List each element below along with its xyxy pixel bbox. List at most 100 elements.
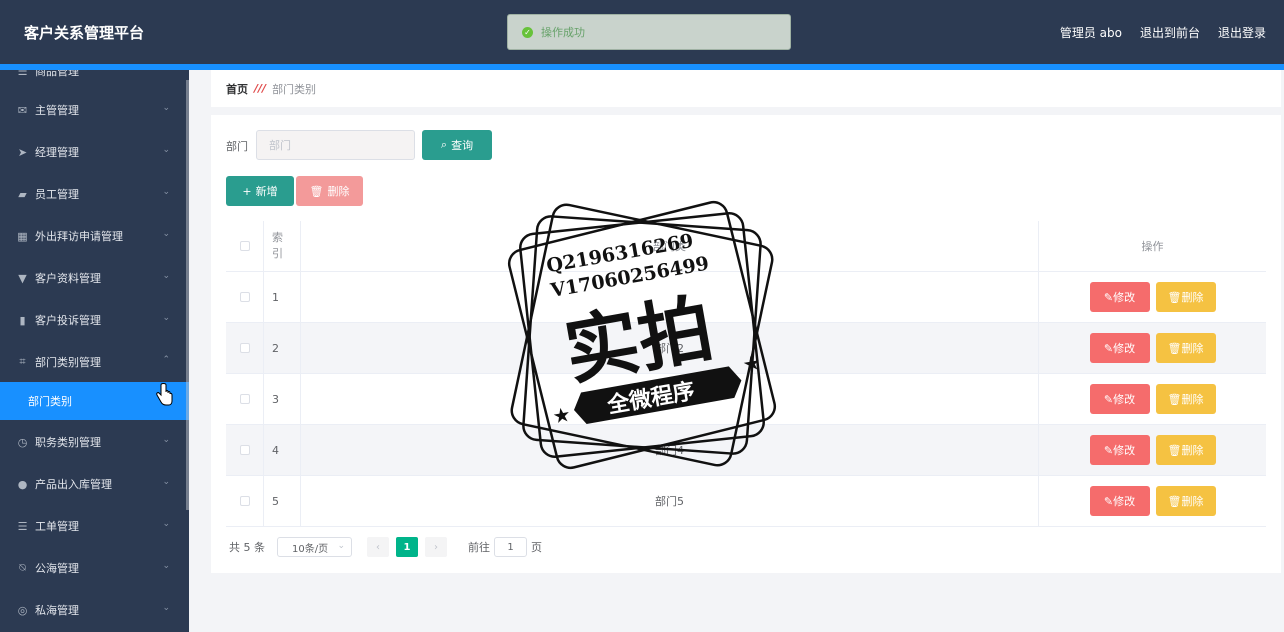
chevron-down-icon: ⌄ [162, 187, 170, 197]
compass-icon: ◎ [17, 603, 28, 617]
toast-text: 操作成功 [541, 26, 585, 39]
chevron-down-icon: ⌄ [162, 519, 170, 529]
edit-icon: ✎ [1103, 494, 1114, 508]
breadcrumb: 首页 /// 部门类别 [211, 70, 1281, 107]
trash-icon: 🗑 [1167, 290, 1182, 304]
edit-label: 修改 [1113, 495, 1136, 508]
pin-icon: ▼ [18, 271, 27, 285]
trash-icon: 🗑 [1167, 443, 1182, 457]
app-title: 客户关系管理平台 [24, 24, 145, 42]
sidebar-item-position-category[interactable]: ◷ 职务类别管理 ⌄ [0, 421, 186, 463]
chevron-right-icon: › [434, 541, 438, 553]
sidebar-item-label: 外出拜访申请管理 [35, 230, 123, 243]
next-page-button[interactable]: › [425, 537, 447, 557]
header-name[interactable]: 部门类 [301, 221, 1039, 271]
delete-label: 删除 [1181, 444, 1204, 457]
edit-button[interactable]: ✎ 修改 [1089, 384, 1150, 414]
table-row: 4 部门4 ✎ 修改 🗑 删除 [226, 425, 1266, 476]
delete-button[interactable]: 🗑 删除 [1155, 435, 1216, 465]
page-size-value: 10条/页 [292, 543, 329, 555]
edit-icon: ✎ [1103, 392, 1114, 406]
sidebar-item-complaint[interactable]: ▮ 客户投诉管理 ⌄ [0, 299, 186, 341]
sidebar-item-dept-category[interactable]: ⌗ 部门类别管理 ⌃ [0, 341, 186, 383]
sidebar-item-manager[interactable]: ➤ 经理管理 ⌄ [0, 131, 186, 173]
goto-suffix: 页 [531, 541, 542, 554]
add-button-label: 新增 [255, 185, 278, 198]
row-checkbox[interactable] [239, 343, 250, 353]
delete-button[interactable]: 🗑 删除 [1155, 282, 1216, 312]
sidebar-item-employee[interactable]: ▰ 员工管理 ⌄ [0, 173, 186, 215]
delete-label: 删除 [1181, 291, 1204, 304]
select-all-checkbox[interactable] [239, 241, 250, 251]
sidebar-item-label: 公海管理 [35, 562, 79, 575]
delete-label: 删除 [1181, 495, 1204, 508]
edit-label: 修改 [1113, 393, 1136, 406]
row-checkbox[interactable] [239, 394, 250, 404]
query-button[interactable]: ⌕ 查询 [422, 130, 492, 160]
goto-input[interactable]: 1 [494, 537, 527, 557]
delete-label: 删除 [1181, 393, 1204, 406]
header-index-2: 引 [272, 247, 283, 260]
trash-icon: 🗑 [1167, 494, 1182, 508]
edit-label: 修改 [1113, 342, 1136, 355]
grid-icon: ▦ [17, 229, 28, 243]
edit-icon: ✎ [1103, 341, 1114, 355]
edit-button[interactable]: ✎ 修改 [1089, 435, 1150, 465]
row-checkbox[interactable] [239, 445, 250, 455]
batch-delete-label: 删除 [327, 185, 350, 198]
delete-button[interactable]: 🗑 删除 [1155, 384, 1216, 414]
edit-button[interactable]: ✎ 修改 [1089, 333, 1150, 363]
chevron-down-icon: ⌄ [162, 145, 170, 155]
chart-icon: ▮ [19, 313, 26, 327]
top-header: 客户关系管理平台 ✓ 操作成功 管理员 abo 退出到前台 退出登录 [0, 0, 1284, 70]
sidebar-item-visit-apply[interactable]: ▦ 外出拜访申请管理 ⌄ [0, 215, 186, 257]
edit-button[interactable]: ✎ 修改 [1089, 486, 1150, 516]
chevron-down-icon: ⌄ [162, 561, 170, 571]
sidebar-item-inventory[interactable]: ● 产品出入库管理 ⌄ [0, 463, 186, 505]
sidebar-item-supervisor[interactable]: ✉ 主管管理 ⌄ [0, 89, 186, 131]
delete-label: 删除 [1181, 342, 1204, 355]
batch-delete-button[interactable]: 🗑 删除 [296, 176, 363, 206]
row-index: 4 [264, 425, 301, 475]
delete-button[interactable]: 🗑 删除 [1155, 486, 1216, 516]
sidebar-item-private-pool[interactable]: ◎ 私海管理 ⌄ [0, 589, 186, 631]
logout-link[interactable]: 退出登录 [1218, 24, 1266, 41]
breadcrumb-home[interactable]: 首页 [226, 81, 248, 97]
clock-icon: ◷ [17, 435, 28, 449]
row-checkbox[interactable] [239, 496, 250, 506]
mail-icon: ✉ [17, 103, 28, 117]
briefcase-icon: ▰ [18, 187, 27, 201]
sidebar-item-work-order[interactable]: ☰ 工单管理 ⌄ [0, 505, 186, 547]
sidebar-item-public-pool[interactable]: ⍉ 公海管理 ⌄ [0, 547, 186, 589]
edit-button[interactable]: ✎ 修改 [1089, 282, 1150, 312]
sidebar-item-customer-info[interactable]: ▼ 客户资料管理 ⌄ [0, 257, 186, 299]
page-size-select[interactable]: 10条/页 ⌄ [277, 537, 352, 557]
chevron-down-icon: ⌄ [337, 541, 345, 551]
row-index: 5 [264, 476, 301, 526]
sidebar-item-label: 商品管理 [35, 70, 79, 78]
row-checkbox[interactable] [239, 292, 250, 302]
search-icon: ⌕ [440, 138, 448, 151]
total-count: 共 5 条 [229, 541, 265, 554]
delete-button[interactable]: 🗑 删除 [1155, 333, 1216, 363]
bell-off-icon: ⍉ [19, 561, 26, 574]
row-index: 2 [264, 323, 301, 373]
sidebar-scrollbar[interactable] [186, 80, 189, 510]
header-ops: 操作 [1141, 240, 1164, 253]
row-name [301, 272, 1039, 322]
page-number-button[interactable]: 1 [396, 537, 418, 557]
row-name [301, 374, 1039, 424]
add-button[interactable]: + 新增 [226, 176, 294, 206]
user-icon: ● [17, 477, 28, 491]
search-input[interactable] [256, 130, 415, 160]
breadcrumb-separator-icon: /// [254, 82, 267, 95]
table-row: 2 部门2 ✎ 修改 🗑 删除 [226, 323, 1266, 374]
user-name[interactable]: 管理员 abo [1060, 24, 1122, 41]
back-to-front-link[interactable]: 退出到前台 [1140, 24, 1200, 41]
goto-prefix: 前往 [468, 541, 490, 554]
pagination: 共 5 条 10条/页 ⌄ ‹ 1 › 前往 1 页 [229, 537, 542, 557]
goto-page: 前往 1 页 [468, 537, 542, 557]
prev-page-button[interactable]: ‹ [367, 537, 389, 557]
table-row: 3 ✎ 修改 🗑 删除 [226, 374, 1266, 425]
success-toast: ✓ 操作成功 [507, 14, 791, 50]
